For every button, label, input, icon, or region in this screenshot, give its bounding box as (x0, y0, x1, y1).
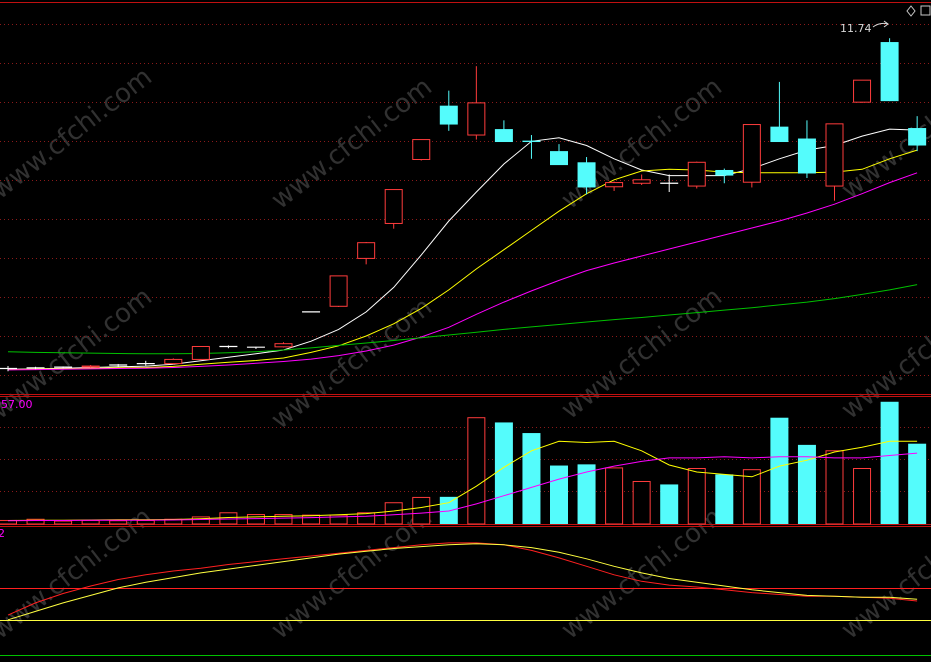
candle-body (164, 358, 183, 365)
candle-body (632, 179, 651, 184)
candle-body (550, 151, 568, 166)
candle-body (687, 161, 706, 187)
volume-bar (770, 417, 789, 524)
stock-chart: www.cfchi.com www.cfchi.com www.cfchi.com w… (0, 2, 931, 656)
candle (439, 90, 458, 131)
candle-body (467, 102, 486, 136)
candle (219, 345, 238, 349)
candle-body (605, 182, 624, 188)
candle (853, 79, 872, 103)
volume-bar (632, 480, 651, 525)
volume-bar (742, 469, 761, 525)
watermark-text: www.cfchi.com (0, 502, 158, 646)
candle-body (577, 162, 596, 188)
candle (136, 360, 155, 366)
volume-bar (880, 401, 899, 524)
candle (660, 174, 679, 192)
high-value-label: 11.74 (840, 22, 872, 35)
candle (412, 139, 431, 161)
candle (164, 358, 183, 365)
window-square-icon[interactable] (920, 5, 931, 16)
macd-line-dif (7, 542, 918, 616)
watermark-text: www.cfchi.com (556, 282, 728, 426)
candle-body (853, 79, 872, 103)
volume-bar (494, 422, 513, 524)
candle (550, 144, 568, 166)
candle (274, 342, 293, 348)
volume-bar (522, 433, 541, 524)
candle (880, 38, 899, 102)
candle (467, 66, 486, 140)
volume-bar (908, 443, 927, 524)
candle-body (880, 42, 899, 102)
ma-line-ma20 (7, 172, 918, 371)
volume-bar (54, 520, 73, 525)
volume-bar (219, 512, 238, 525)
candle-body (81, 365, 100, 368)
candle (246, 346, 265, 349)
candle-body (274, 343, 293, 348)
volume-bar (467, 417, 486, 525)
volume-bar (357, 512, 376, 525)
candle-body (742, 124, 761, 183)
candle (687, 161, 706, 189)
volume-bar (412, 496, 431, 525)
candle (329, 275, 348, 307)
candle-body (329, 275, 348, 307)
candle-body (797, 138, 816, 174)
volume-bar (853, 467, 872, 525)
candle (302, 311, 321, 313)
candle (357, 241, 376, 265)
candle (770, 81, 789, 143)
macd-panel (0, 542, 931, 656)
macd-line-dea (7, 543, 918, 621)
candle-body (522, 140, 541, 143)
volume-bar (825, 450, 844, 525)
volume-bar (81, 519, 100, 525)
volume-bar (687, 467, 706, 525)
volume-bar (302, 514, 321, 525)
candle-body (412, 139, 431, 160)
volume-bar (550, 465, 568, 524)
volume-bar (439, 496, 458, 524)
volume-bar (660, 484, 679, 524)
macd-value-label: 2 (0, 527, 5, 540)
candle (605, 181, 624, 191)
candle (494, 120, 513, 143)
volume-bar (246, 514, 265, 525)
volume-bar (109, 520, 128, 525)
candle (742, 124, 761, 188)
volume-bar (384, 502, 403, 525)
candle-body (715, 169, 734, 176)
candle-body (494, 129, 513, 143)
candle (0, 366, 17, 372)
diamond-icon[interactable] (906, 5, 916, 17)
candle-body (439, 105, 458, 125)
candle (191, 345, 210, 361)
watermark-text: www.cfchi.com (266, 72, 438, 216)
candle-body (384, 189, 403, 224)
candle-body (191, 345, 210, 360)
candle (632, 174, 651, 186)
volume-bar (715, 474, 734, 524)
candle-body (825, 123, 844, 187)
watermark-text: www.cfchi.com (0, 62, 158, 206)
candle-body (770, 126, 789, 143)
candle-body (357, 242, 376, 259)
volume-value-label: 957.00 (0, 398, 33, 411)
volume-bar (605, 467, 624, 525)
candle (384, 189, 403, 229)
volume-bar (136, 519, 155, 525)
candle-body (908, 128, 927, 146)
candle (81, 365, 100, 368)
candle (797, 120, 816, 179)
